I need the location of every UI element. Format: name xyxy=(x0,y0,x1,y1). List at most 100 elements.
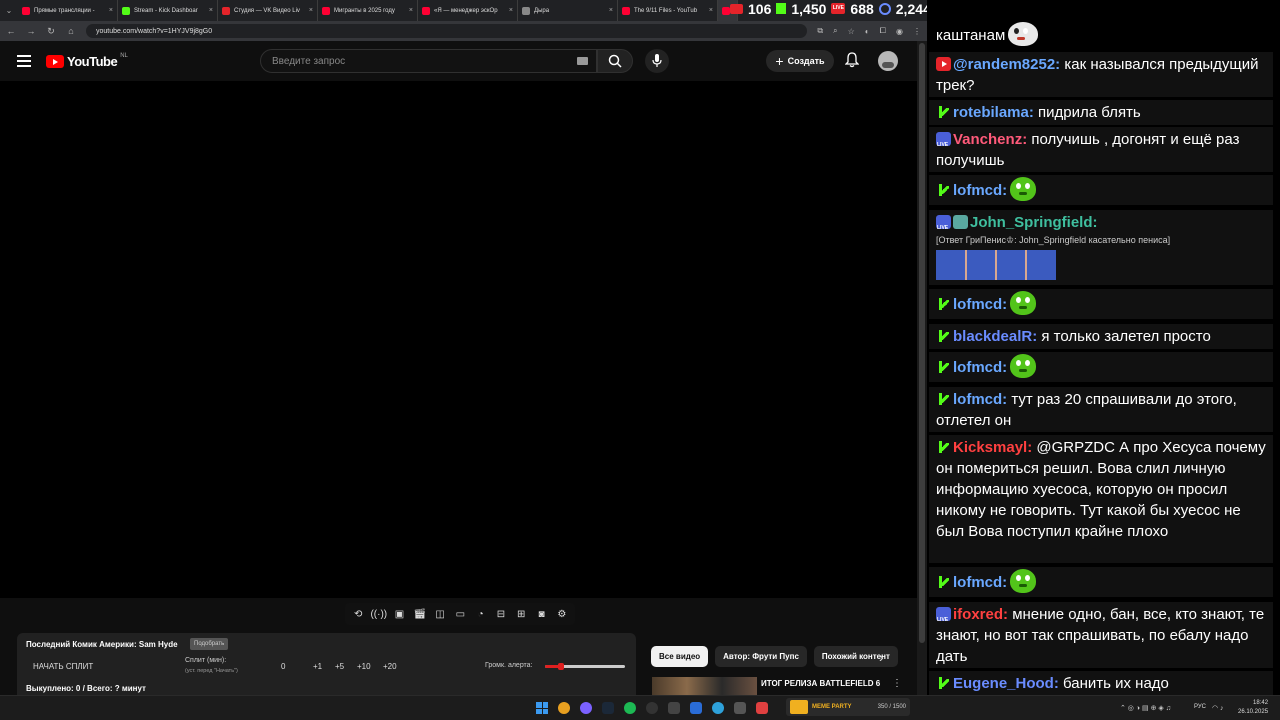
clapperboard-icon[interactable]: 🎬︎ xyxy=(413,607,427,621)
zoom-icon[interactable]: ⌕ xyxy=(833,26,837,36)
message-text: пидрила блять xyxy=(1038,104,1141,121)
discord-icon[interactable] xyxy=(580,702,592,714)
chrome-icon[interactable] xyxy=(558,702,570,714)
screenshot-camera-icon[interactable]: ◙ xyxy=(534,607,548,621)
close-icon[interactable]: × xyxy=(209,7,213,14)
chat-message: Eugene_Hood: банить их надо xyxy=(929,671,1273,695)
video-player[interactable] xyxy=(0,81,917,598)
spotify-icon[interactable] xyxy=(624,702,636,714)
scrollbar-thumb[interactable] xyxy=(919,43,925,643)
alert-volume-slider[interactable] xyxy=(545,663,625,670)
split-panel: Последний Комик Америки: Sam Hyde Подобр… xyxy=(17,633,636,695)
increment-button[interactable]: +1 xyxy=(313,662,322,671)
close-icon[interactable]: × xyxy=(109,7,113,14)
speed-icon[interactable]: ◔ xyxy=(473,607,487,621)
browser-tab[interactable]: The 9/11 Files - YouTub × xyxy=(618,0,718,21)
voice-search-button[interactable] xyxy=(645,49,669,73)
increment-button[interactable]: +10 xyxy=(357,662,371,671)
chip-related[interactable]: Похожий контент xyxy=(813,646,898,667)
notifications-bell-icon[interactable] xyxy=(845,52,859,68)
add-screen-icon[interactable]: ⊞ xyxy=(514,607,528,621)
broadcast-icon[interactable]: ((·)) xyxy=(370,607,387,621)
close-icon[interactable]: × xyxy=(509,7,513,14)
browser-tab[interactable]: Мигранты в 2025 году × xyxy=(318,0,418,21)
video-settings-icon[interactable]: ▣ xyxy=(392,607,406,621)
close-icon[interactable]: × xyxy=(709,7,713,14)
browser-tab[interactable]: «Я — менеджер эскОр × xyxy=(418,0,518,21)
kick-badge-icon xyxy=(936,575,951,589)
subtitles-icon[interactable]: ⊟ xyxy=(494,607,508,621)
extensions-puzzle-icon[interactable]: ⧠ xyxy=(880,26,886,36)
tab-favicon-icon xyxy=(522,6,530,15)
tab-search-icon[interactable]: ⌄ xyxy=(0,0,18,21)
clock-date: 26.10.2025 xyxy=(1238,709,1269,715)
app-icon[interactable] xyxy=(734,702,746,714)
video-title[interactable]: ИТОГ РЕЛИЗА BATTLEFIELD 6 xyxy=(761,679,880,688)
bookmark-star-icon[interactable]: ☆ xyxy=(848,27,855,36)
reload-icon[interactable]: ↻ xyxy=(46,26,56,37)
create-button[interactable]: + Создать xyxy=(766,50,834,72)
forward-icon[interactable]: → xyxy=(26,26,36,36)
hamburger-menu-icon[interactable] xyxy=(17,55,31,67)
browser-menu-icon[interactable]: ⋮ xyxy=(913,27,921,36)
profile-icon[interactable]: ◉ xyxy=(896,27,903,36)
tab-favicon-icon xyxy=(722,6,730,15)
start-split-button[interactable]: НАЧАТЬ СПЛИТ xyxy=(33,662,93,671)
reply-reference: [Ответ ГриПенис♔: John_Springfield касат… xyxy=(936,235,1171,245)
vk-viewer-count: 688 xyxy=(850,0,874,17)
chip-all-videos[interactable]: Все видео xyxy=(651,646,709,667)
page-scrollbar[interactable] xyxy=(917,41,927,695)
split-chip-button[interactable]: Подобрать xyxy=(190,638,229,650)
app-icon[interactable] xyxy=(668,702,680,714)
browser-tab[interactable]: Студия — VK Видео Liv × xyxy=(218,0,318,21)
theater-mode-icon[interactable]: ▭ xyxy=(453,607,467,621)
vk-live-badge-icon xyxy=(936,132,951,156)
wifi-volume-icons[interactable]: ◠ ♪ xyxy=(1212,704,1224,712)
install-icon[interactable]: ⧉ xyxy=(817,26,823,36)
keyboard-icon[interactable] xyxy=(577,57,588,65)
gear-icon[interactable]: ⚙ xyxy=(555,607,569,621)
picture-in-picture-icon[interactable]: ◫ xyxy=(433,607,447,621)
app-icon[interactable] xyxy=(756,702,768,714)
increment-button[interactable]: +20 xyxy=(383,662,397,671)
close-icon[interactable]: × xyxy=(409,7,413,14)
game-progress-widget[interactable]: МЕМЕ PARTY 350 / 1500 xyxy=(786,698,910,716)
extension-icon[interactable]: ◐ xyxy=(865,27,870,36)
youtube-logo[interactable]: YouTube NL xyxy=(46,52,128,69)
vk-live-icon: LIVE xyxy=(831,3,846,14)
app-icon[interactable] xyxy=(690,702,702,714)
increment-button[interactable]: +5 xyxy=(335,662,344,671)
search-button[interactable] xyxy=(597,49,633,73)
obs-icon[interactable] xyxy=(646,702,658,714)
windows-start-icon[interactable] xyxy=(536,702,548,714)
chat-message: Kicksmayl: @GRPZDC А про Хесуса почему о… xyxy=(929,435,1273,563)
video-thumbnail[interactable] xyxy=(652,677,757,695)
chat-message: blackdealR: я только залетел просто xyxy=(929,324,1273,349)
more-options-icon[interactable]: ⋮ xyxy=(892,678,902,689)
url-field[interactable]: youtube.com/watch?v=1HYJV9j8gG0 xyxy=(86,24,808,38)
close-icon[interactable]: × xyxy=(309,7,313,14)
region-code: NL xyxy=(120,52,128,59)
browser-tab[interactable]: Stream - Kick Dashboar × xyxy=(118,0,218,21)
keyboard-language[interactable]: РУС xyxy=(1194,704,1206,710)
back-icon[interactable]: ← xyxy=(6,26,16,36)
home-icon[interactable]: ⌂ xyxy=(66,26,76,36)
search-input[interactable]: Введите запрос xyxy=(260,49,597,73)
kick-badge-icon xyxy=(936,392,951,406)
chevron-right-icon[interactable]: › xyxy=(879,649,884,665)
slider-knob[interactable] xyxy=(558,663,564,670)
steam-icon[interactable] xyxy=(602,702,614,714)
close-icon[interactable]: × xyxy=(609,7,613,14)
loop-icon[interactable]: ⟲ xyxy=(351,607,365,621)
split-panel-title: Последний Комик Америки: Sam Hyde xyxy=(26,640,178,649)
recommended-video[interactable]: ИТОГ РЕЛИЗА BATTLEFIELD 6 ⋮ xyxy=(652,677,917,695)
telegram-icon[interactable] xyxy=(712,702,724,714)
system-tray-icons[interactable]: ⌃ ◎ ◑ ▤ ⊕ ◈ ♫ xyxy=(1120,704,1171,712)
browser-tab[interactable]: Прямые трансляции - × xyxy=(18,0,118,21)
chip-author[interactable]: Автор: Фрути Пупс xyxy=(715,646,807,667)
tab-favicon-icon xyxy=(122,6,130,15)
chat-message: @randem8252: как назывался предыдущий тр… xyxy=(929,52,1273,97)
clock[interactable]: 18:42 26.10.2025 xyxy=(1238,699,1268,717)
browser-tab[interactable]: Дыра × xyxy=(518,0,618,21)
account-avatar[interactable] xyxy=(878,51,898,71)
